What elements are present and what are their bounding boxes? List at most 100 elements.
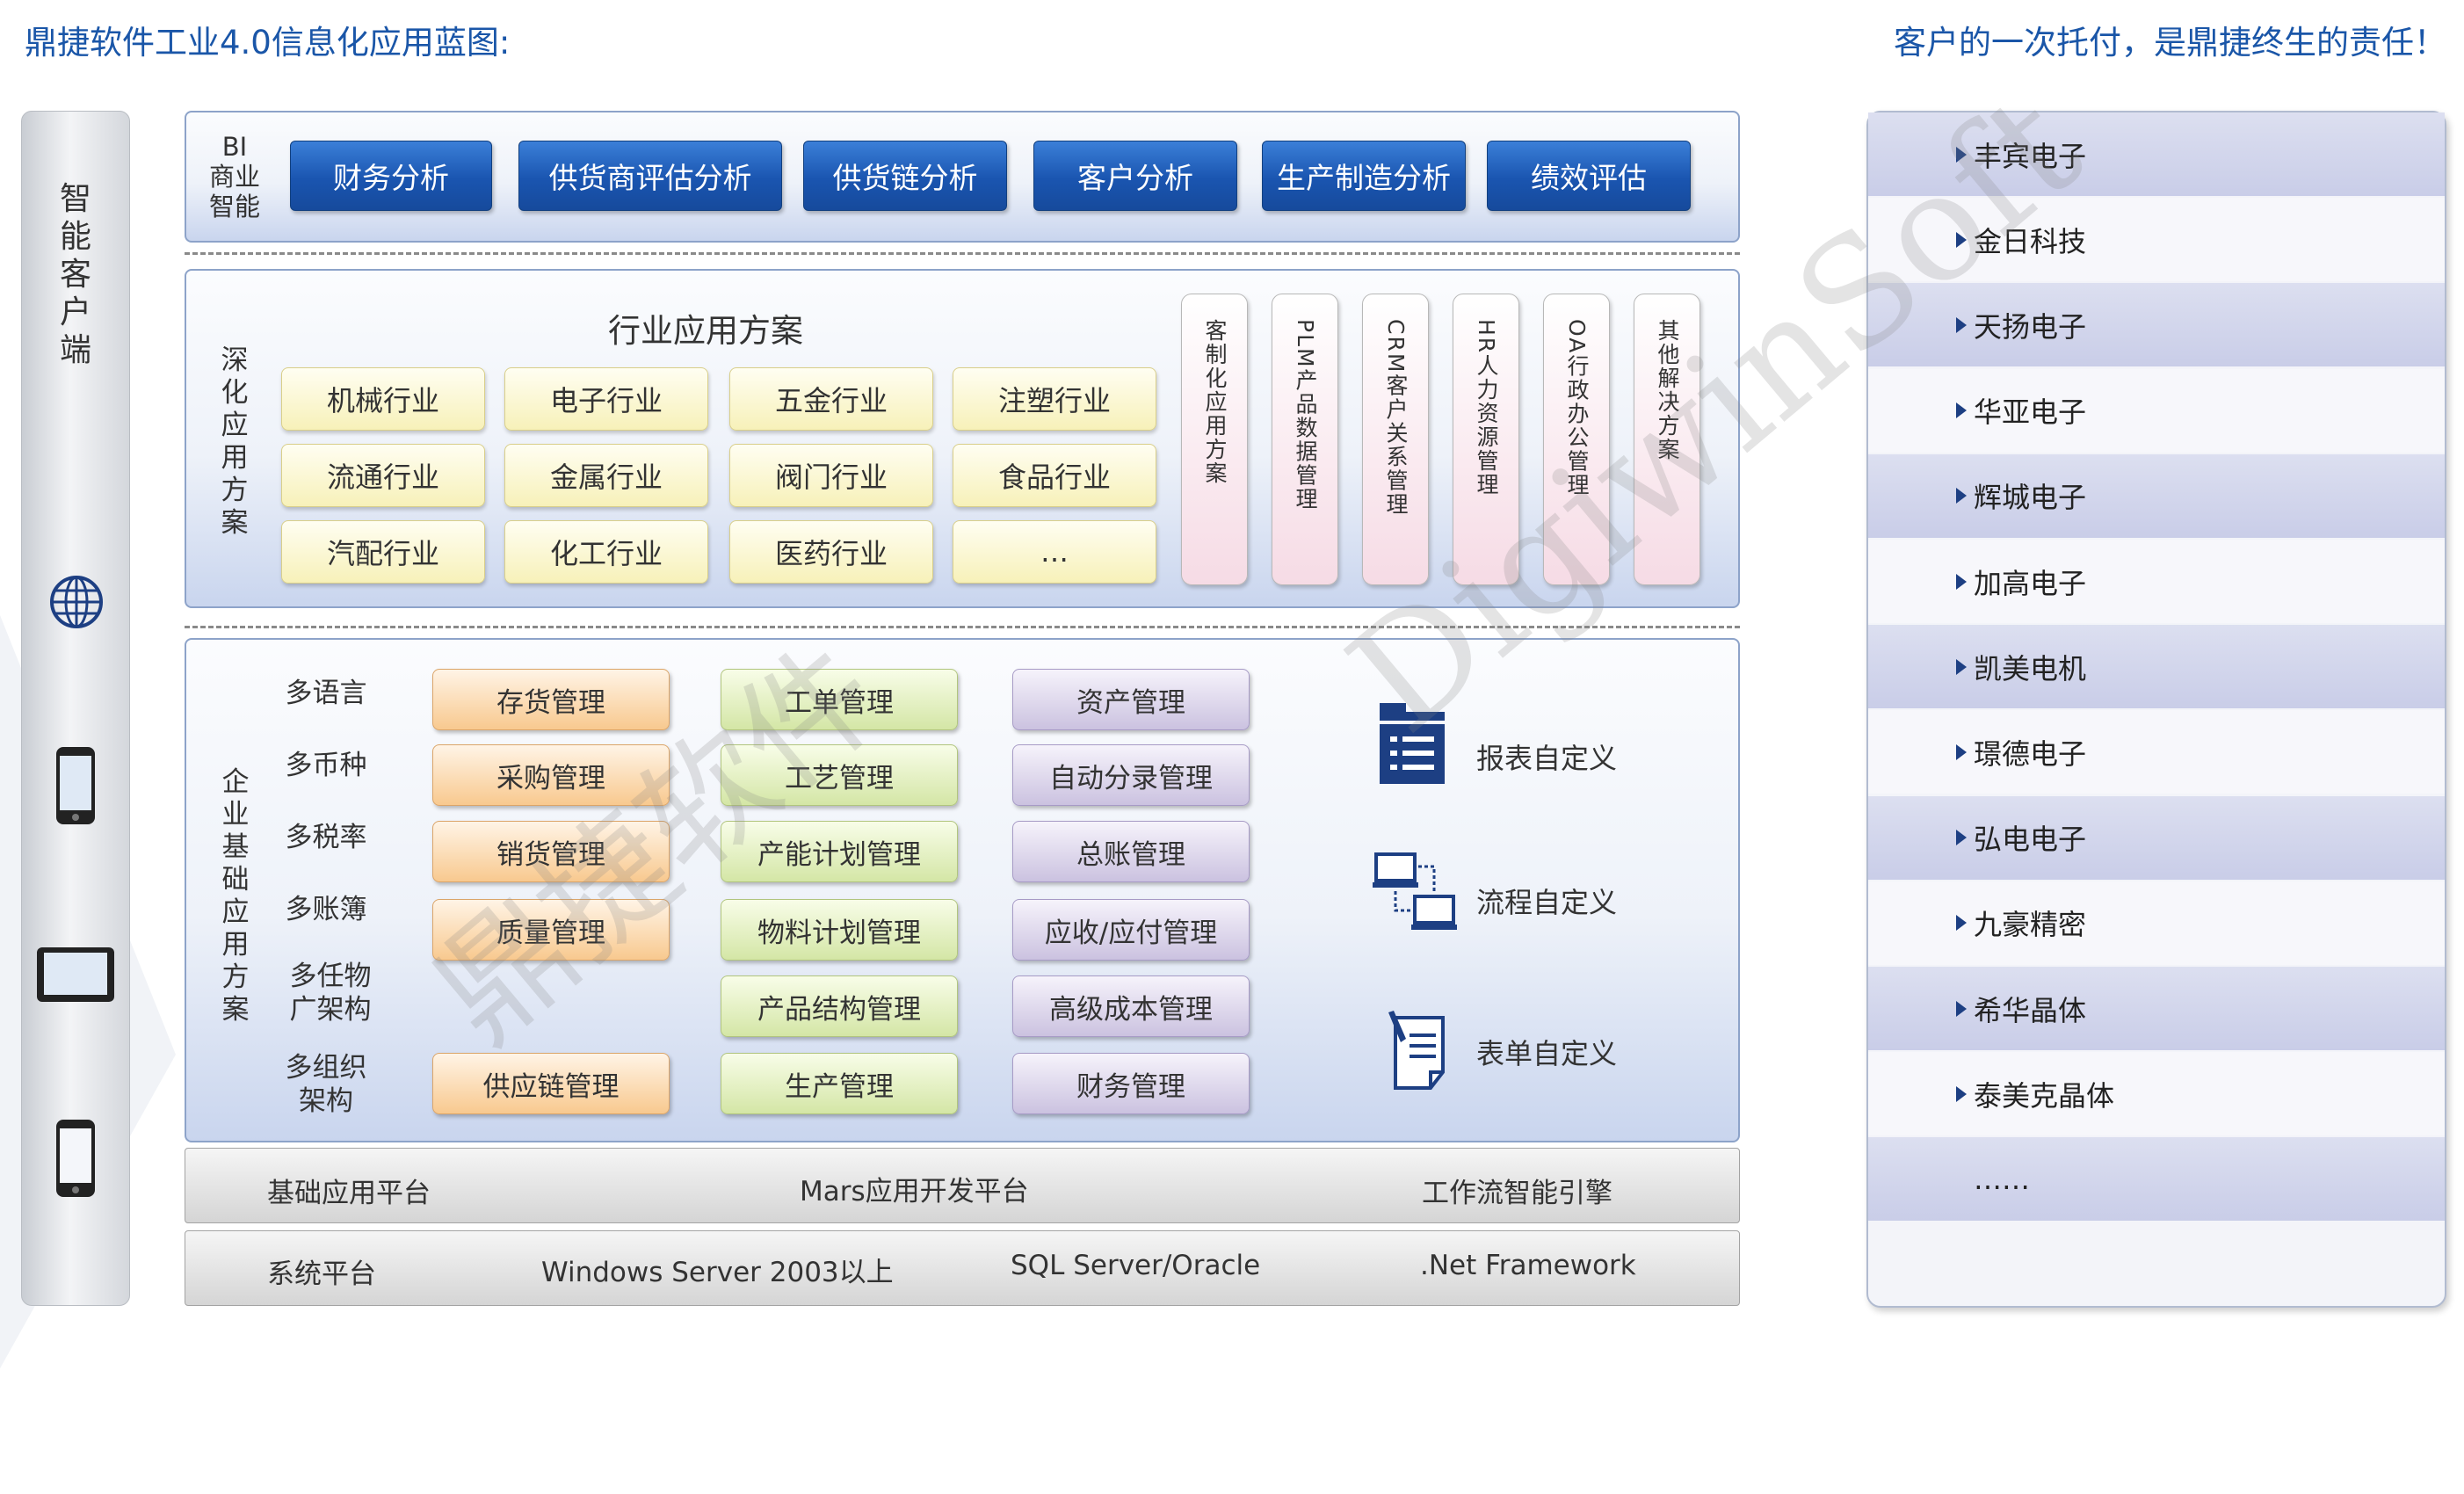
module-production[interactable]: 生产管理 bbox=[721, 1053, 958, 1114]
base-platform-label: 基础应用平台 bbox=[267, 1178, 431, 1209]
module-sales[interactable]: 销货管理 bbox=[432, 821, 670, 882]
bi-label-line: 智能 bbox=[208, 192, 260, 221]
form-edit-icon bbox=[1388, 1011, 1445, 1090]
solution-label: 其他解决方案 bbox=[1655, 319, 1680, 461]
module-inventory[interactable]: 存货管理 bbox=[432, 669, 670, 730]
module-quality[interactable]: 质量管理 bbox=[432, 899, 670, 961]
tablet-icon bbox=[37, 947, 114, 1002]
solution-hr[interactable]: HR人力资源管理 bbox=[1453, 294, 1519, 585]
solution-custom[interactable]: 客制化应用方案 bbox=[1181, 294, 1248, 585]
solution-plm[interactable]: PLM产品数据管理 bbox=[1272, 294, 1338, 585]
module-auto-entry[interactable]: 自动分录管理 bbox=[1012, 744, 1250, 806]
multi-ledger: 多账簿 bbox=[285, 894, 367, 925]
customer-item[interactable]: 加高电子 bbox=[1868, 540, 2445, 623]
industry-item[interactable]: 机械行业 bbox=[281, 367, 485, 431]
customer-item[interactable]: 丰宾电子 bbox=[1868, 112, 2445, 196]
smartphone-icon bbox=[56, 747, 95, 824]
multi-language: 多语言 bbox=[285, 678, 367, 709]
industry-item[interactable]: 医药行业 bbox=[729, 520, 933, 584]
industry-item[interactable]: 注塑行业 bbox=[953, 367, 1156, 431]
industry-item[interactable]: 五金行业 bbox=[729, 367, 933, 431]
module-advanced-cost[interactable]: 高级成本管理 bbox=[1012, 975, 1250, 1037]
bi-label-line: 商业 bbox=[208, 162, 260, 192]
industry-item[interactable]: 食品行业 bbox=[953, 444, 1156, 507]
triangle-bullet-icon bbox=[1956, 1000, 1967, 1017]
triangle-bullet-icon bbox=[1956, 146, 1967, 163]
workflow-computers-icon bbox=[1373, 852, 1457, 930]
page-title: 鼎捷软件工业4.0信息化应用蓝图: bbox=[25, 24, 511, 62]
industry-item[interactable]: 阀门行业 bbox=[729, 444, 933, 507]
module-process[interactable]: 工艺管理 bbox=[721, 744, 958, 806]
module-material-planning[interactable]: 物料计划管理 bbox=[721, 899, 958, 961]
divider bbox=[185, 626, 1740, 628]
module-general-ledger[interactable]: 总账管理 bbox=[1012, 821, 1250, 882]
industry-item[interactable]: 电子行业 bbox=[504, 367, 708, 431]
bi-button-production[interactable]: 生产制造分析 bbox=[1262, 141, 1466, 211]
customer-item[interactable]: 天扬电子 bbox=[1868, 283, 2445, 367]
report-custom-label: 报表自定义 bbox=[1476, 742, 1618, 775]
triangle-bullet-icon bbox=[1956, 316, 1967, 333]
module-assets[interactable]: 资产管理 bbox=[1012, 669, 1250, 730]
industry-item[interactable]: 金属行业 bbox=[504, 444, 708, 507]
customer-name: 泰美克晶体 bbox=[1974, 1078, 2115, 1113]
system-platform-label: 系统平台 bbox=[267, 1258, 376, 1290]
solution-label: CRM客户关系管理 bbox=[1383, 319, 1409, 517]
bi-button-performance[interactable]: 绩效评估 bbox=[1487, 141, 1691, 211]
module-finance[interactable]: 财务管理 bbox=[1012, 1053, 1250, 1114]
customer-name: 天扬电子 bbox=[1974, 309, 2087, 344]
customer-item[interactable]: 华亚电子 bbox=[1868, 368, 2445, 453]
customer-name: 金日科技 bbox=[1974, 224, 2087, 258]
smart-client-text: 智能客户端 bbox=[59, 181, 91, 368]
triangle-bullet-icon bbox=[1956, 658, 1967, 675]
multi-tax: 多税率 bbox=[285, 822, 367, 853]
solution-other[interactable]: 其他解决方案 bbox=[1634, 294, 1700, 585]
customer-name: 弘电电子 bbox=[1974, 823, 2087, 857]
triangle-bullet-icon bbox=[1956, 231, 1967, 248]
bi-label-line: BI bbox=[221, 132, 248, 162]
customer-item[interactable]: 九豪精密 bbox=[1868, 881, 2445, 965]
industry-item[interactable]: 化工行业 bbox=[504, 520, 708, 584]
form-custom-label: 表单自定义 bbox=[1476, 1037, 1618, 1070]
multi-architecture: 多任物 广架构 bbox=[289, 961, 372, 1026]
customer-item[interactable]: 璟德电子 bbox=[1868, 710, 2445, 794]
globe-icon bbox=[50, 576, 103, 628]
bi-button-supply-chain[interactable]: 供货链分析 bbox=[803, 141, 1007, 211]
customer-item[interactable]: 辉城电子 bbox=[1868, 453, 2445, 538]
deep-solution-label: 深化应用方案 bbox=[216, 344, 253, 540]
customer-item[interactable]: 希华晶体 bbox=[1868, 967, 2445, 1050]
mobile-phone-icon bbox=[56, 1120, 95, 1197]
customer-item[interactable]: 凯美电机 bbox=[1868, 625, 2445, 709]
multi-organization: 多组织 架构 bbox=[285, 1052, 367, 1117]
industry-item[interactable]: 流通行业 bbox=[281, 444, 485, 507]
customer-name: 辉城电子 bbox=[1974, 481, 2087, 515]
module-bom[interactable]: 产品结构管理 bbox=[721, 975, 958, 1037]
customer-item[interactable]: 金日科技 bbox=[1868, 198, 2445, 282]
workflow-engine: 工作流智能引擎 bbox=[1422, 1178, 1612, 1209]
industry-item-more[interactable]: … bbox=[953, 520, 1156, 584]
solution-crm[interactable]: CRM客户关系管理 bbox=[1362, 294, 1429, 585]
solution-label: PLM产品数据管理 bbox=[1293, 319, 1318, 511]
module-ar-ap[interactable]: 应收/应付管理 bbox=[1012, 899, 1250, 961]
module-capacity-planning[interactable]: 产能计划管理 bbox=[721, 821, 958, 882]
triangle-bullet-icon bbox=[1956, 743, 1967, 760]
module-supply-chain[interactable]: 供应链管理 bbox=[432, 1053, 670, 1114]
workflow-custom-label: 流程自定义 bbox=[1476, 886, 1618, 919]
industry-item[interactable]: 汽配行业 bbox=[281, 520, 485, 584]
bi-button-supplier[interactable]: 供货商评估分析 bbox=[518, 141, 782, 211]
module-work-order[interactable]: 工单管理 bbox=[721, 669, 958, 730]
solution-label: OA行政办公管理 bbox=[1564, 319, 1590, 497]
customer-item[interactable]: 弘电电子 bbox=[1868, 795, 2445, 880]
customer-more: …… bbox=[1868, 1137, 2445, 1222]
solution-label: HR人力资源管理 bbox=[1474, 319, 1499, 497]
module-purchasing[interactable]: 采购管理 bbox=[432, 744, 670, 806]
bi-button-customer[interactable]: 客户分析 bbox=[1033, 141, 1237, 211]
deep-solution-text: 深化应用方案 bbox=[221, 344, 249, 539]
enterprise-solution-text: 企业基础应用方案 bbox=[221, 766, 250, 1026]
report-folder-icon bbox=[1380, 703, 1445, 784]
solution-label: 客制化应用方案 bbox=[1202, 319, 1228, 485]
bi-button-finance[interactable]: 财务分析 bbox=[290, 141, 492, 211]
solution-oa[interactable]: OA行政办公管理 bbox=[1543, 294, 1610, 585]
customer-name: 丰宾电子 bbox=[1974, 139, 2087, 173]
net-platform: .Net Framework bbox=[1420, 1250, 1636, 1281]
customer-item[interactable]: 泰美克晶体 bbox=[1868, 1052, 2445, 1136]
